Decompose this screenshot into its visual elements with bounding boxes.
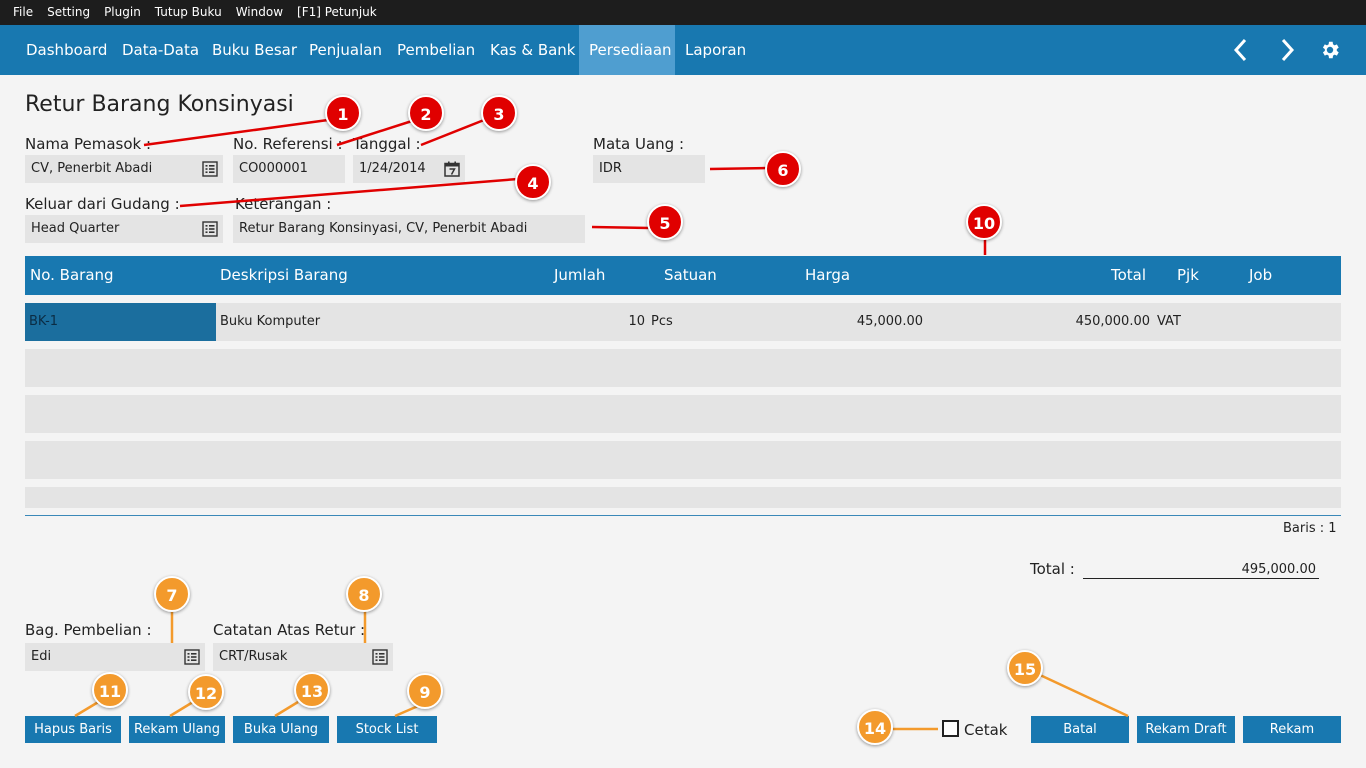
callout-marker: 13: [294, 672, 330, 708]
callout-marker: 11: [92, 672, 128, 708]
callout-marker: 12: [188, 674, 224, 710]
callout-marker: 4: [515, 164, 551, 200]
callout-marker: 1: [325, 95, 361, 131]
callout-marker: 3: [481, 95, 517, 131]
callout-marker: 2: [408, 95, 444, 131]
callout-marker: 15: [1007, 650, 1043, 686]
callout-marker: 14: [857, 709, 893, 745]
callout-marker: 6: [765, 151, 801, 187]
callout-marker: 5: [647, 204, 683, 240]
callout-marker: 7: [154, 576, 190, 612]
callout-marker: 8: [346, 576, 382, 612]
annotation-lines: [74, 118, 1129, 731]
callout-marker: 10: [966, 204, 1002, 240]
callout-marker: 9: [407, 673, 443, 709]
